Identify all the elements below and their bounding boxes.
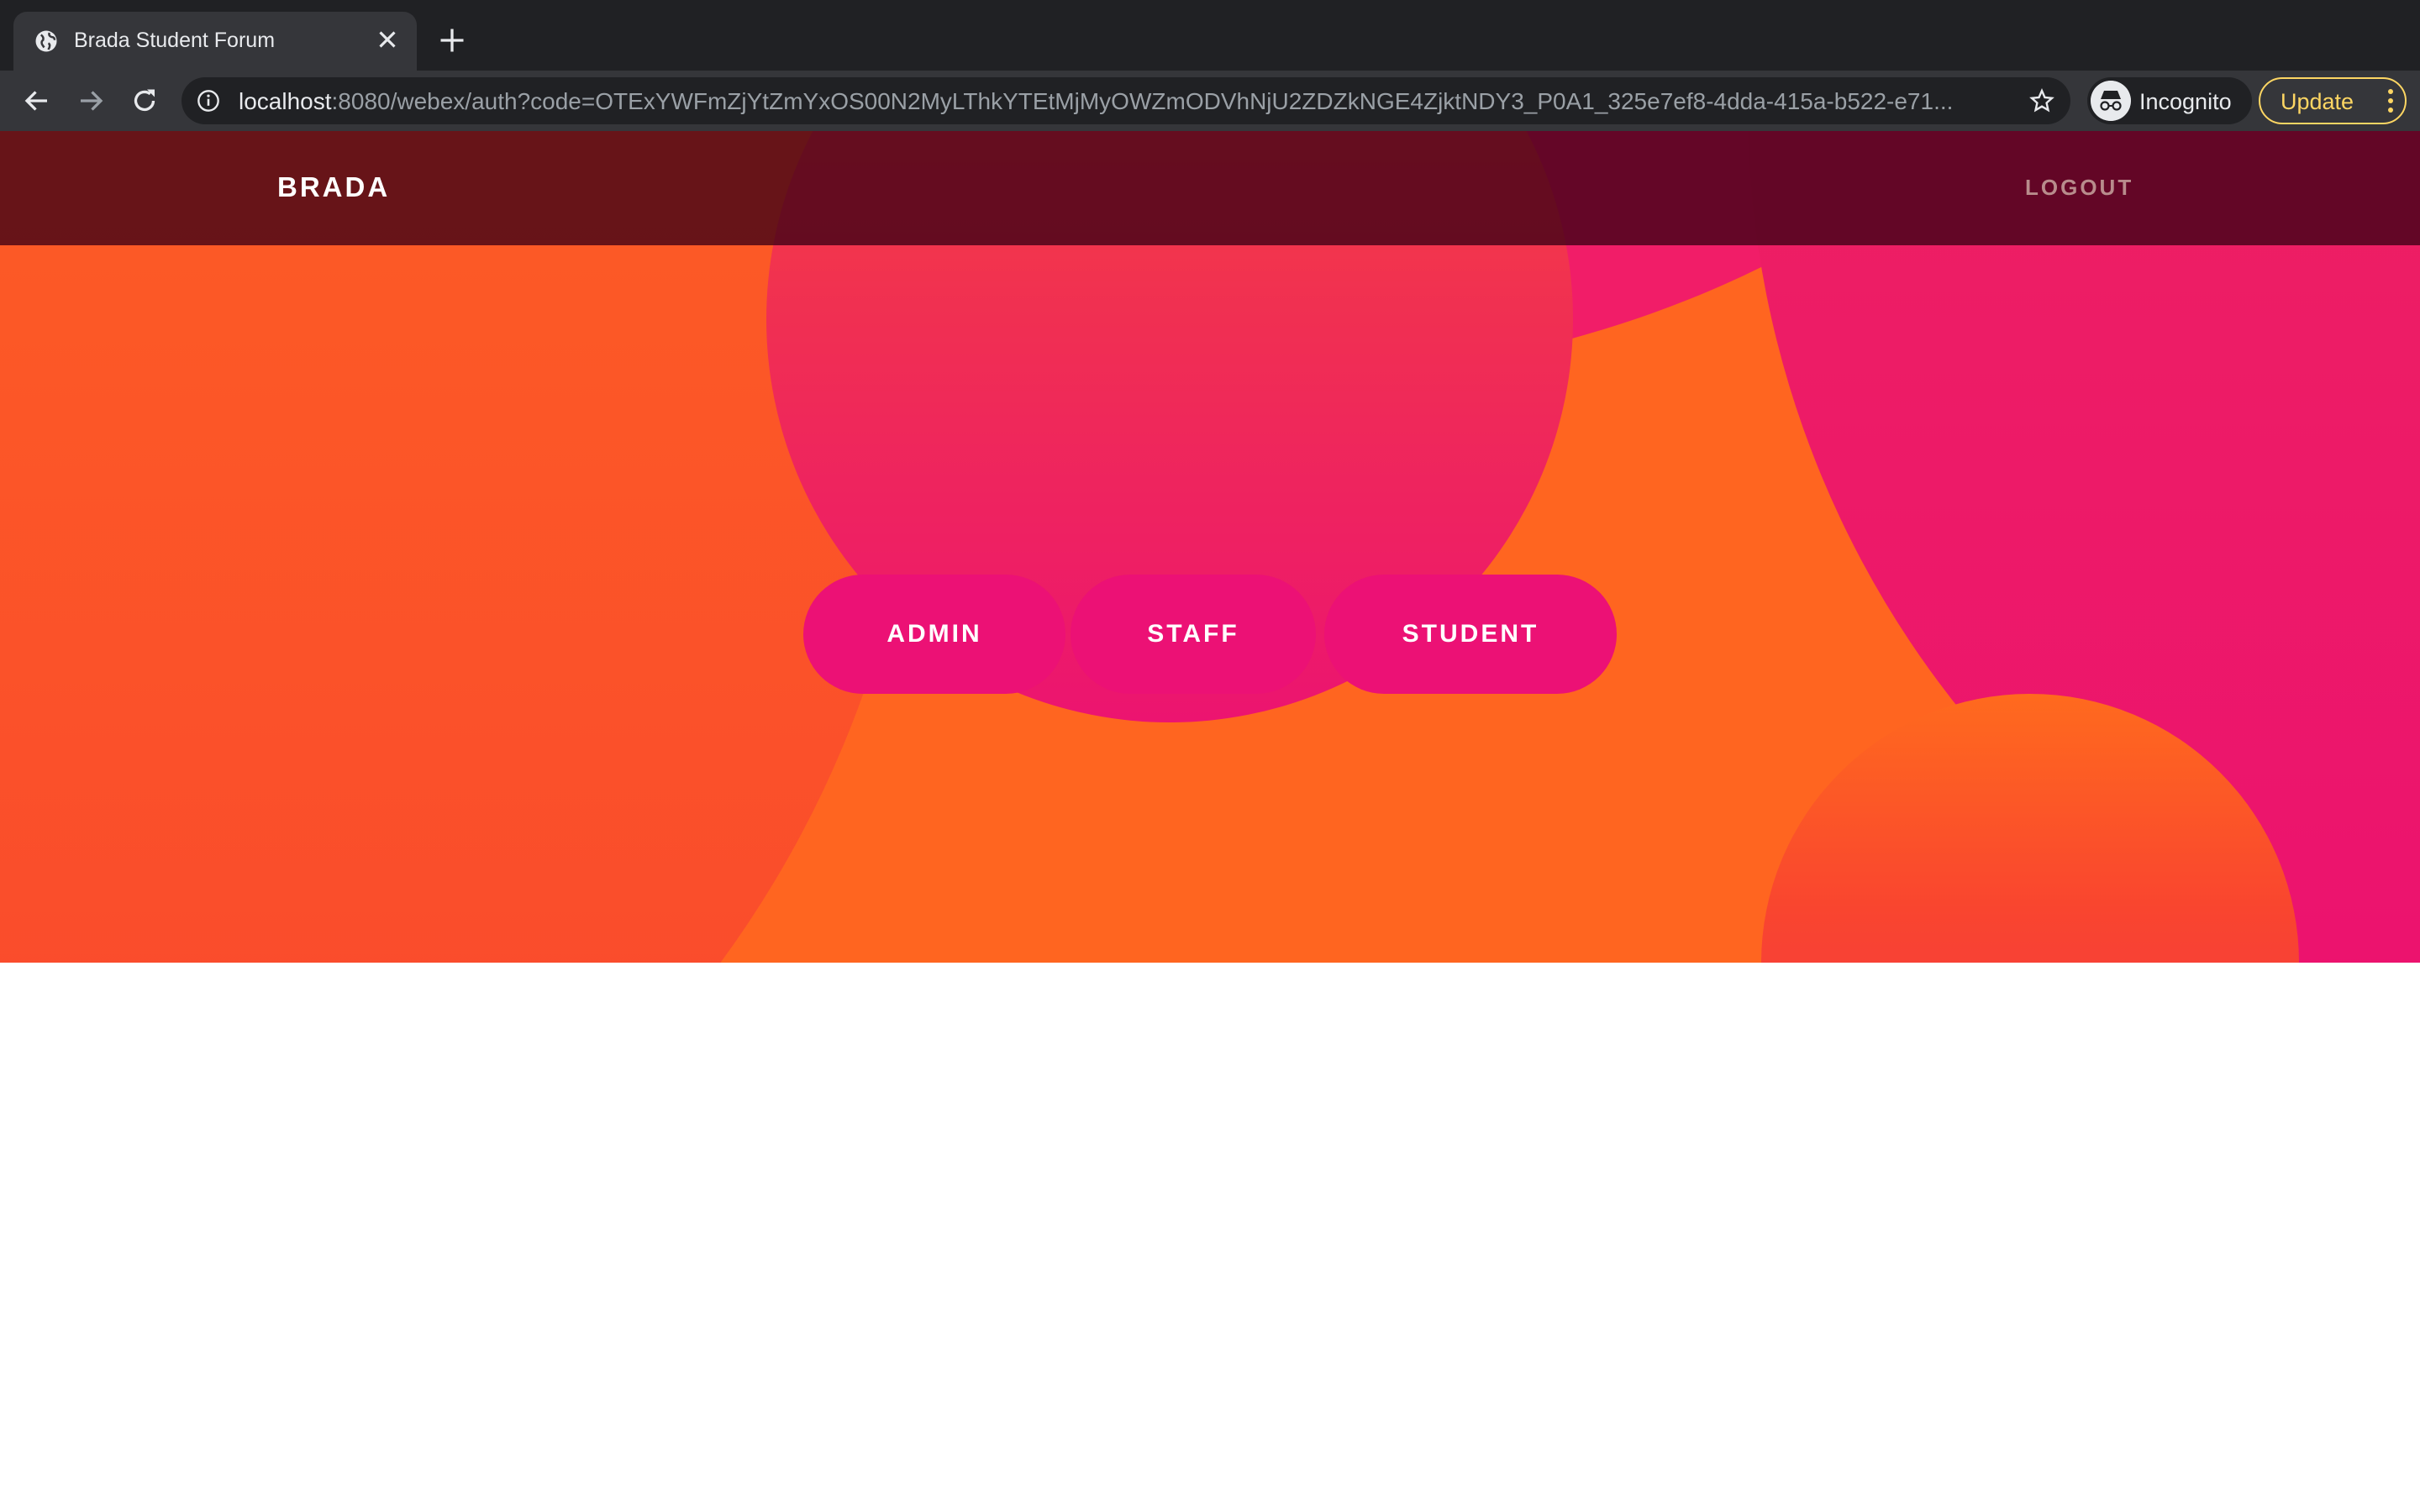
student-button[interactable]: STUDENT: [1324, 575, 1617, 694]
more-vert-icon[interactable]: [2386, 87, 2395, 114]
back-icon[interactable]: [22, 86, 52, 116]
tab-title: Brada Student Forum: [74, 29, 276, 52]
star-icon[interactable]: [2028, 87, 2055, 114]
browser-tabstrip: Brada Student Forum: [0, 0, 2420, 71]
update-button[interactable]: Update: [2259, 77, 2407, 124]
forward-icon[interactable]: [76, 86, 106, 116]
globe-icon: [35, 30, 57, 52]
reload-icon[interactable]: [129, 86, 160, 116]
url-text: localhost:8080/webex/auth?code=OTExYWFmZ…: [239, 88, 2171, 115]
plus-icon[interactable]: [437, 25, 467, 55]
url-path: :8080/webex/auth?code=OTExYWFmZjYtZmYxOS…: [331, 88, 1954, 114]
browser-tab[interactable]: Brada Student Forum: [13, 12, 417, 71]
update-label: Update: [2281, 89, 2354, 114]
incognito-label: Incognito: [2139, 89, 2232, 114]
info-icon[interactable]: [197, 89, 220, 113]
incognito-indicator[interactable]: Incognito: [2087, 77, 2252, 124]
close-icon[interactable]: [373, 25, 402, 54]
admin-button[interactable]: ADMIN: [803, 575, 1065, 694]
logout-link[interactable]: LOGOUT: [2025, 175, 2133, 201]
top-navbar: BRADA LOGOUT: [0, 131, 2420, 245]
address-bar[interactable]: localhost:8080/webex/auth?code=OTExYWFmZ…: [182, 77, 2070, 124]
url-host: localhost: [239, 88, 332, 114]
browser-toolbar: localhost:8080/webex/auth?code=OTExYWFmZ…: [0, 71, 2420, 131]
hero-background: [0, 131, 2420, 963]
staff-button[interactable]: STAFF: [1071, 575, 1316, 694]
incognito-icon: [2091, 81, 2131, 121]
brand-logo[interactable]: BRADA: [277, 171, 390, 203]
